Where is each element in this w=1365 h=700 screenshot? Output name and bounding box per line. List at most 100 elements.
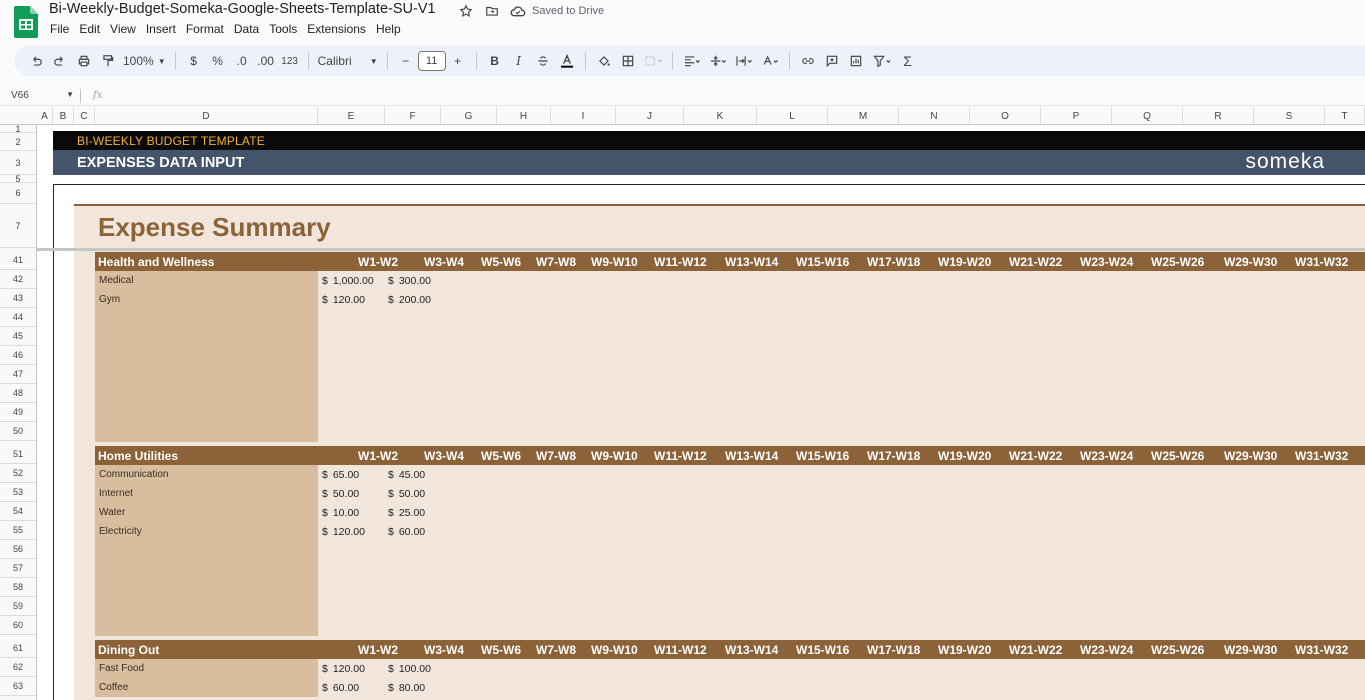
insert-chart-icon[interactable]: [844, 49, 868, 73]
column-header[interactable]: N: [899, 107, 970, 125]
value-w3-w4[interactable]: $300.00: [388, 275, 431, 287]
expense-values[interactable]: [318, 385, 1365, 404]
value-w3-w4[interactable]: $80.00: [388, 682, 425, 694]
more-formats-button[interactable]: 123: [278, 49, 302, 73]
fill-color-icon[interactable]: [592, 49, 616, 73]
increase-decimal-button[interactable]: .00: [254, 49, 278, 73]
expense-values[interactable]: [318, 328, 1365, 347]
expense-values[interactable]: $120.00 $60.00: [318, 522, 1365, 541]
italic-button[interactable]: I: [507, 49, 531, 73]
expense-values[interactable]: $120.00 $200.00: [318, 290, 1365, 309]
filter-icon[interactable]: [868, 49, 896, 73]
expense-values[interactable]: [318, 404, 1365, 423]
menu-tools[interactable]: Tools: [269, 22, 306, 36]
expense-label-cell[interactable]: [95, 328, 318, 347]
decrease-font-size-button[interactable]: −: [394, 49, 418, 73]
row-header[interactable]: 42: [0, 270, 36, 289]
undo-icon[interactable]: [24, 49, 48, 73]
row-header[interactable]: 41: [0, 251, 36, 270]
row-header[interactable]: 51: [0, 445, 36, 464]
expense-values[interactable]: $1,000.00 $300.00: [318, 271, 1365, 290]
expense-values[interactable]: $60.00 $80.00: [318, 678, 1365, 697]
expense-label-cell[interactable]: [95, 617, 318, 636]
expense-values[interactable]: [318, 598, 1365, 617]
expense-values[interactable]: [318, 309, 1365, 328]
column-header[interactable]: M: [828, 107, 899, 125]
expense-label-cell[interactable]: [95, 541, 318, 560]
value-w1-w2[interactable]: $50.00: [322, 488, 359, 500]
value-w1-w2[interactable]: $60.00: [322, 682, 359, 694]
row-header[interactable]: 43: [0, 289, 36, 308]
expense-values[interactable]: [318, 366, 1365, 385]
row-header[interactable]: 45: [0, 327, 36, 346]
insert-comment-icon[interactable]: [820, 49, 844, 73]
merge-cells-icon[interactable]: [640, 49, 666, 73]
expense-label-cell[interactable]: [95, 579, 318, 598]
expense-values[interactable]: [318, 617, 1365, 636]
freeze-divider[interactable]: [37, 248, 1365, 251]
redo-icon[interactable]: [48, 49, 72, 73]
align-left-icon[interactable]: [679, 49, 705, 73]
menu-file[interactable]: File: [50, 22, 78, 36]
expense-values[interactable]: $65.00 $45.00: [318, 465, 1365, 484]
row-header[interactable]: 56: [0, 540, 36, 559]
text-rotation-icon[interactable]: [757, 49, 783, 73]
expense-label-cell[interactable]: Communication: [95, 465, 318, 484]
column-header[interactable]: H: [497, 107, 551, 125]
expense-label-cell[interactable]: [95, 347, 318, 366]
expense-values[interactable]: [318, 423, 1365, 442]
column-header[interactable]: Q: [1112, 107, 1183, 125]
menu-help[interactable]: Help: [376, 22, 410, 36]
row-header[interactable]: 1: [0, 124, 36, 134]
column-header[interactable]: K: [684, 107, 757, 125]
expense-values[interactable]: [318, 560, 1365, 579]
column-header[interactable]: J: [616, 107, 684, 125]
value-w1-w2[interactable]: $65.00: [322, 469, 359, 481]
value-w1-w2[interactable]: $1,000.00: [322, 275, 374, 287]
column-header[interactable]: S: [1254, 107, 1325, 125]
row-header[interactable]: 7: [0, 204, 36, 248]
expense-values[interactable]: $50.00 $50.00: [318, 484, 1365, 503]
expense-values[interactable]: $10.00 $25.00: [318, 503, 1365, 522]
row-header[interactable]: 2: [0, 133, 36, 151]
cloud-saved-icon[interactable]: [510, 3, 526, 19]
expense-values[interactable]: [318, 347, 1365, 366]
menu-extensions[interactable]: Extensions: [307, 22, 375, 36]
bold-button[interactable]: B: [483, 49, 507, 73]
value-w3-w4[interactable]: $100.00: [388, 663, 431, 675]
column-header[interactable]: R: [1183, 107, 1254, 125]
expense-label-cell[interactable]: [95, 560, 318, 579]
expense-values[interactable]: [318, 541, 1365, 560]
currency-format-button[interactable]: $: [182, 49, 206, 73]
vertical-align-icon[interactable]: [705, 49, 731, 73]
star-icon[interactable]: [458, 3, 474, 19]
menu-data[interactable]: Data: [234, 22, 268, 36]
value-w1-w2[interactable]: $120.00: [322, 526, 365, 538]
text-wrap-icon[interactable]: [731, 49, 757, 73]
value-w3-w4[interactable]: $50.00: [388, 488, 425, 500]
column-header[interactable]: A: [37, 107, 53, 125]
column-header[interactable]: G: [441, 107, 497, 125]
sheet-grid[interactable]: BI-WEEKLY BUDGET TEMPLATE EXPENSES DATA …: [37, 125, 1365, 700]
expense-label-cell[interactable]: [95, 598, 318, 617]
row-header[interactable]: 57: [0, 559, 36, 578]
row-header[interactable]: 49: [0, 403, 36, 422]
expense-label-cell[interactable]: Water: [95, 503, 318, 522]
row-header[interactable]: 55: [0, 521, 36, 540]
expense-label-cell[interactable]: [95, 423, 318, 442]
value-w3-w4[interactable]: $25.00: [388, 507, 425, 519]
row-header[interactable]: 58: [0, 578, 36, 597]
row-header[interactable]: 59: [0, 597, 36, 616]
percent-format-button[interactable]: %: [206, 49, 230, 73]
row-header[interactable]: 44: [0, 308, 36, 327]
expense-label-cell[interactable]: [95, 309, 318, 328]
column-header[interactable]: L: [757, 107, 828, 125]
row-header[interactable]: 60: [0, 616, 36, 635]
font-family-select[interactable]: Calibri ▼: [315, 49, 381, 73]
row-header[interactable]: 63: [0, 677, 36, 696]
row-header[interactable]: 46: [0, 346, 36, 365]
row-header[interactable]: 53: [0, 483, 36, 502]
value-w1-w2[interactable]: $10.00: [322, 507, 359, 519]
menu-edit[interactable]: Edit: [79, 22, 109, 36]
decrease-decimal-button[interactable]: .0: [230, 49, 254, 73]
